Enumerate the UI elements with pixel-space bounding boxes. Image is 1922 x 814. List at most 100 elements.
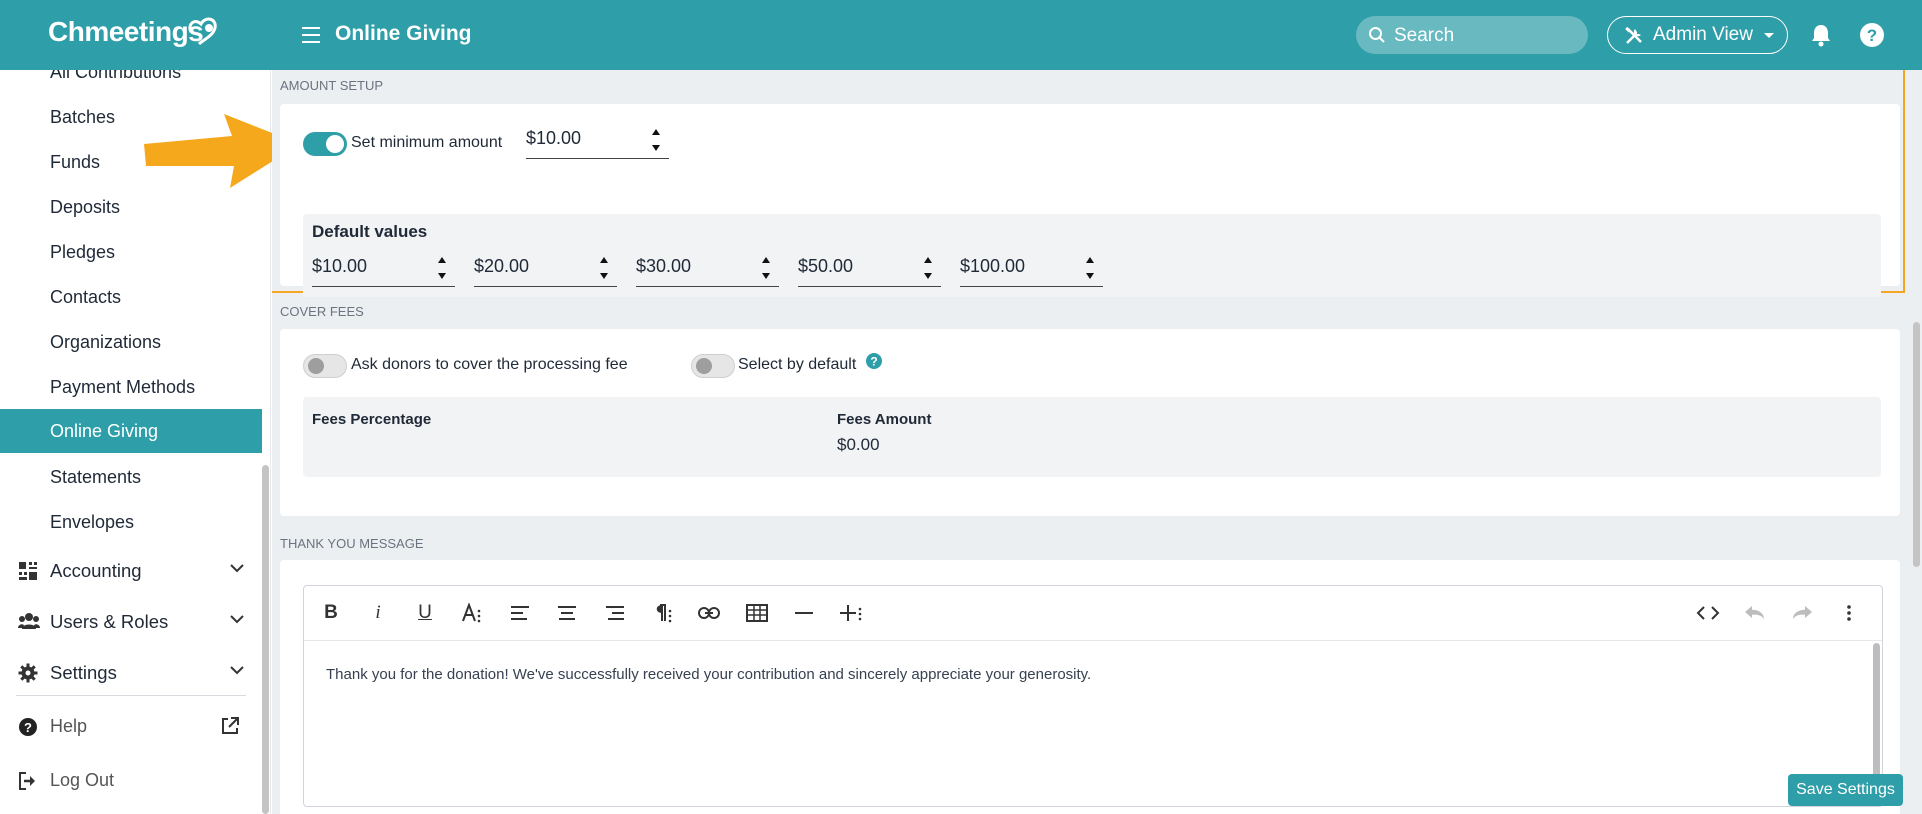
sidebar-item-label: Pledges (50, 242, 116, 262)
gear-icon (18, 663, 38, 683)
fees-percentage-header: Fees Percentage (312, 411, 432, 428)
align-left-icon (511, 606, 529, 620)
align-left-button[interactable] (507, 600, 533, 626)
align-center-button[interactable] (554, 600, 580, 626)
thank-you-card: B i U Thank you for the donation! We've … (280, 560, 1900, 814)
section-label-cover-fees: COVER FEES (280, 304, 364, 319)
users-icon (18, 613, 40, 629)
align-right-button[interactable] (602, 600, 628, 626)
svg-text:?: ? (870, 355, 877, 369)
default-values-box: Default values $10.00 $20.00 $30.00 $50.… (303, 214, 1881, 297)
default-values-title: Default values (312, 222, 428, 241)
sidebar-item-help[interactable]: ? Help (0, 704, 262, 748)
min-amount-input[interactable]: $10.00 (526, 124, 669, 159)
sidebar-item-label: All Contributions (50, 70, 182, 82)
default-value-input[interactable]: $10.00 (312, 252, 455, 287)
sidebar-item-label: Batches (50, 107, 116, 127)
horizontal-line-button[interactable] (791, 600, 817, 626)
sidebar-item-all-contributions[interactable]: All Contributions (0, 70, 262, 94)
font-size-button[interactable] (459, 600, 485, 626)
hamburger-menu-icon[interactable] (300, 24, 324, 46)
table-icon (746, 604, 768, 622)
save-settings-button[interactable]: Save Settings (1788, 774, 1903, 806)
fees-amount-value: $0.00 (837, 435, 880, 454)
section-label-amount-setup: AMOUNT SETUP (280, 78, 384, 93)
admin-view-label: Admin View (1653, 24, 1753, 45)
accounting-icon (19, 562, 37, 580)
search-icon (1369, 27, 1385, 43)
sidebar-group-label: Accounting (50, 560, 142, 581)
insert-table-button[interactable] (744, 600, 770, 626)
default-value-input[interactable]: $30.00 (636, 252, 779, 287)
spinner-arrows-icon[interactable] (651, 126, 661, 154)
sidebar-group-label: Users & Roles (50, 611, 169, 632)
info-help-icon[interactable]: ? (865, 352, 883, 370)
min-amount-toggle[interactable] (303, 132, 347, 156)
sidebar-item-label: Statements (50, 467, 142, 487)
sidebar-item-payment-methods[interactable]: Payment Methods (0, 365, 262, 409)
spinner-arrows-icon[interactable] (437, 254, 447, 282)
sidebar-group-settings[interactable]: Settings (0, 650, 262, 694)
font-size-icon (462, 603, 481, 623)
spinner-arrows-icon[interactable] (599, 254, 609, 282)
sidebar-item-organizations[interactable]: Organizations (0, 320, 262, 364)
insert-more-button[interactable] (838, 600, 864, 626)
italic-button[interactable]: i (365, 600, 391, 626)
sidebar-group-accounting[interactable]: Accounting (0, 548, 262, 592)
logo-heart-icon (188, 17, 217, 46)
paragraph-button[interactable] (649, 600, 675, 626)
sidebar-item-label: Funds (50, 152, 101, 172)
select-by-default-toggle[interactable] (691, 354, 735, 378)
page-title: Online Giving (335, 22, 472, 45)
sidebar-item-contacts[interactable]: Contacts (0, 275, 262, 319)
more-options-button[interactable] (1836, 600, 1862, 626)
amount-setup-card: Set minimum amount $10.00 Default values… (280, 104, 1900, 297)
help-circle-icon: ? (19, 718, 37, 736)
app-logo[interactable]: Chmeetings (48, 16, 204, 48)
default-value-input[interactable]: $100.00 (960, 252, 1103, 287)
help-circle-icon[interactable]: ? (1859, 22, 1885, 48)
undo-button[interactable] (1742, 600, 1768, 626)
rich-text-editor[interactable]: B i U Thank you for the donation! We've … (303, 585, 1883, 807)
sidebar-item-label: Payment Methods (50, 377, 196, 397)
default-value: $20.00 (474, 256, 530, 276)
sidebar-item-logout[interactable]: Log Out (0, 758, 262, 802)
insert-link-button[interactable] (696, 600, 722, 626)
sidebar-item-envelopes[interactable]: Envelopes (0, 500, 262, 544)
default-value: $10.00 (312, 256, 368, 276)
underline-button[interactable]: U (412, 600, 438, 626)
horizontal-line-icon (795, 612, 813, 614)
more-vertical-icon (1847, 605, 1851, 621)
sidebar-group-users-roles[interactable]: Users & Roles (0, 599, 262, 643)
default-value: $50.00 (798, 256, 854, 276)
sidebar-item-statements[interactable]: Statements (0, 455, 262, 499)
redo-button[interactable] (1789, 600, 1815, 626)
bold-button[interactable]: B (318, 600, 344, 626)
redo-icon (1793, 606, 1812, 619)
default-value-input[interactable]: $50.00 (798, 252, 941, 287)
spinner-arrows-icon[interactable] (923, 254, 933, 282)
search-input[interactable]: Search (1356, 16, 1588, 54)
main-scrollbar[interactable] (1913, 322, 1920, 567)
code-view-button[interactable] (1695, 600, 1721, 626)
sidebar-scrollbar[interactable] (262, 465, 269, 814)
notifications-bell-icon[interactable] (1810, 23, 1832, 47)
thank-you-message-text[interactable]: Thank you for the donation! We've succes… (326, 666, 1091, 683)
select-by-default-label: Select by default (738, 356, 857, 373)
spinner-arrows-icon[interactable] (1085, 254, 1095, 282)
section-label-thank-you: THANK YOU MESSAGE (280, 536, 424, 551)
search-placeholder: Search (1394, 25, 1455, 46)
sidebar-item-online-giving[interactable]: Online Giving (0, 409, 262, 453)
cover-fee-toggle[interactable] (303, 354, 347, 378)
chevron-down-icon (230, 666, 244, 675)
sidebar-item-pledges[interactable]: Pledges (0, 230, 262, 274)
cover-fees-card: Ask donors to cover the processing fee S… (280, 329, 1900, 516)
sidebar-item-label: Log Out (50, 770, 115, 790)
cover-fee-label: Ask donors to cover the processing fee (351, 356, 628, 373)
caret-down-icon (1764, 33, 1774, 38)
spinner-arrows-icon[interactable] (761, 254, 771, 282)
link-icon (698, 607, 720, 619)
min-amount-label: Set minimum amount (351, 134, 503, 151)
default-value-input[interactable]: $20.00 (474, 252, 617, 287)
admin-view-dropdown[interactable]: Admin View (1607, 16, 1788, 54)
